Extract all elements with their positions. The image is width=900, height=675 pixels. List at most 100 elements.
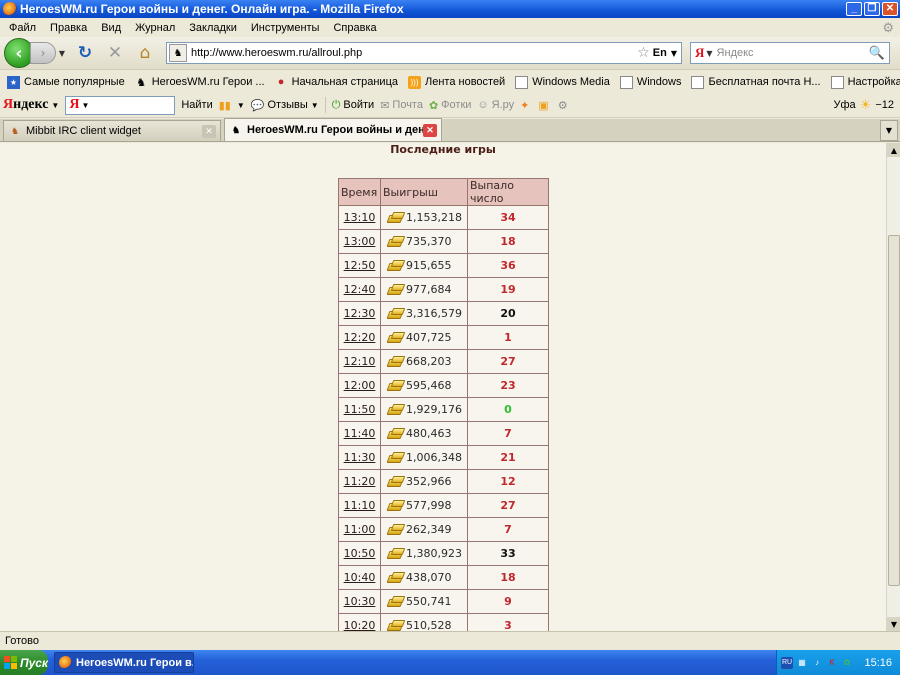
- bookmark-heroeswm[interactable]: ♞ HeroesWM.ru Герои ...: [130, 76, 270, 89]
- bookmark-link-settings[interactable]: Настройка ссылок: [826, 75, 900, 89]
- forward-button[interactable]: ›: [30, 42, 56, 64]
- game-time-link[interactable]: 11:40: [344, 427, 376, 440]
- game-time-link[interactable]: 10:30: [344, 595, 376, 608]
- time-cell: 13:00: [338, 229, 381, 254]
- game-time-link[interactable]: 12:00: [344, 379, 376, 392]
- address-bar[interactable]: ♞ http://www.heroeswm.ru/allroul.php ☆ E…: [166, 42, 682, 64]
- game-time-link[interactable]: 11:30: [344, 451, 376, 464]
- url-dropdown-icon[interactable]: ▼: [671, 49, 677, 58]
- game-time-link[interactable]: 12:50: [344, 259, 376, 272]
- win-cell: 262,349: [380, 517, 468, 542]
- bookmark-windows-media[interactable]: Windows Media: [510, 75, 615, 89]
- yandex-find-button[interactable]: Найти: [181, 99, 212, 111]
- win-cell: 1,929,176: [380, 397, 468, 422]
- tab-mibbit[interactable]: ♞ Mibbit IRC client widget ✕: [3, 120, 221, 141]
- weather-widget[interactable]: Уфа ☀ −12: [834, 97, 894, 113]
- game-time-link[interactable]: 11:50: [344, 403, 376, 416]
- chevron-down-icon: ▼: [81, 100, 90, 110]
- win-cell: 480,463: [380, 421, 468, 446]
- game-time-link[interactable]: 10:50: [344, 547, 376, 560]
- bookmark-start-page[interactable]: ● Начальная страница: [270, 76, 403, 89]
- scroll-down-arrow-icon[interactable]: ▼: [887, 617, 900, 631]
- time-cell: 11:20: [338, 469, 381, 494]
- yandex-search-input[interactable]: Я ▼: [65, 95, 176, 115]
- reload-icon[interactable]: ↻: [72, 42, 98, 64]
- history-dropdown-icon[interactable]: ▼: [56, 49, 68, 58]
- game-time-link[interactable]: 12:10: [344, 355, 376, 368]
- vertical-scrollbar[interactable]: ▲ ▼: [886, 143, 900, 631]
- menu-history[interactable]: Журнал: [128, 22, 182, 34]
- bookmark-free-mail[interactable]: Бесплатная почта Н...: [686, 75, 825, 89]
- game-time-link[interactable]: 11:00: [344, 523, 376, 536]
- game-time-link[interactable]: 13:00: [344, 235, 376, 248]
- yandex-logo[interactable]: Яндекс: [3, 97, 48, 113]
- game-time-link[interactable]: 13:10: [344, 211, 376, 224]
- gold-icon: [388, 524, 403, 534]
- yandex-login-button[interactable]: ⏻ Войти: [332, 99, 375, 112]
- yandex-reviews-button[interactable]: 💬 Отзывы ▼: [251, 99, 319, 112]
- game-time-link[interactable]: 12:30: [344, 307, 376, 320]
- bookmark-news-feed[interactable]: ))) Лента новостей: [403, 75, 510, 89]
- yandex-mail-inbox-button[interactable]: ▣: [538, 99, 551, 112]
- yandex-yaru-button[interactable]: ☺ Я.ру: [477, 99, 514, 111]
- game-time-link[interactable]: 12:40: [344, 283, 376, 296]
- maximize-button[interactable]: ❐: [864, 2, 880, 16]
- menu-help[interactable]: Справка: [326, 22, 383, 34]
- antivirus-icon[interactable]: K: [826, 657, 838, 669]
- game-time-link[interactable]: 11:10: [344, 499, 376, 512]
- bookmark-windows[interactable]: Windows: [615, 75, 687, 89]
- tab-heroeswm[interactable]: ♞ HeroesWM.ru Герои войны и ден... ✕: [224, 118, 442, 141]
- game-time-link[interactable]: 10:20: [344, 619, 376, 631]
- winning-number-cell: 27: [467, 349, 549, 374]
- minimize-button[interactable]: _: [846, 2, 862, 16]
- menu-file[interactable]: Файл: [2, 22, 43, 34]
- win-cell: 352,966: [380, 469, 468, 494]
- menu-bookmarks[interactable]: Закладки: [182, 22, 244, 34]
- language-indicator[interactable]: RU: [781, 656, 793, 669]
- menu-view[interactable]: Вид: [94, 22, 128, 34]
- chevron-down-icon[interactable]: ▼: [237, 101, 245, 110]
- game-time-link[interactable]: 10:40: [344, 571, 376, 584]
- game-time-link[interactable]: 12:20: [344, 331, 376, 344]
- bookmarks-toolbar: ★ Самые популярные ♞ HeroesWM.ru Герои ...…: [0, 71, 900, 93]
- yandex-menu-dropdown-icon[interactable]: ▼: [51, 101, 59, 110]
- language-indicator[interactable]: En: [653, 47, 667, 59]
- url-text[interactable]: http://www.heroeswm.ru/allroul.php: [191, 47, 637, 59]
- search-engine-dropdown-icon[interactable]: ▼: [706, 49, 712, 58]
- yandex-money-button[interactable]: ✦: [520, 99, 532, 112]
- time-cell: 11:40: [338, 421, 381, 446]
- win-amount: 1,006,348: [406, 451, 462, 464]
- yandex-photos-button[interactable]: ✿ Фотки: [429, 99, 471, 112]
- tab-list-dropdown-icon[interactable]: ▼: [880, 120, 898, 141]
- scroll-up-arrow-icon[interactable]: ▲: [887, 143, 900, 157]
- table-row: 12:50 915,655 36: [338, 253, 549, 278]
- search-input[interactable]: Яндекс: [717, 47, 869, 59]
- search-box[interactable]: Я ▼ Яндекс 🔍: [690, 42, 890, 64]
- scrollbar-thumb[interactable]: [888, 235, 900, 586]
- gold-icon: [388, 404, 403, 414]
- start-button[interactable]: Пуск: [0, 650, 48, 675]
- menu-edit[interactable]: Правка: [43, 22, 94, 34]
- tab-close-icon[interactable]: ✕: [423, 123, 437, 137]
- menu-tools[interactable]: Инструменты: [244, 22, 327, 34]
- game-time-link[interactable]: 11:20: [344, 475, 376, 488]
- taskbar-firefox-item[interactable]: HeroesWM.ru Герои в...: [54, 652, 194, 673]
- tab-close-icon[interactable]: ✕: [202, 124, 216, 138]
- messenger-icon[interactable]: ✿: [841, 657, 853, 669]
- winning-number-cell: 7: [467, 517, 549, 542]
- sound-icon[interactable]: ♪: [811, 657, 823, 669]
- yandex-settings-button[interactable]: ⚙: [558, 99, 571, 112]
- bookmark-star-icon[interactable]: ☆: [637, 45, 650, 61]
- bookmark-most-popular[interactable]: ★ Самые популярные: [2, 75, 130, 89]
- win-amount: 1,380,923: [406, 547, 462, 560]
- close-button[interactable]: ✕: [882, 2, 898, 16]
- network-icon[interactable]: ▦: [796, 657, 808, 669]
- search-icon[interactable]: 🔍: [869, 46, 885, 61]
- search-engine-icon[interactable]: Я: [695, 45, 704, 61]
- yandex-mail-button[interactable]: ✉ Почта: [380, 99, 423, 112]
- win-cell: 577,998: [380, 493, 468, 518]
- stop-icon[interactable]: ✕: [102, 42, 128, 64]
- signal-bars-icon[interactable]: ▮▮: [219, 99, 231, 112]
- home-icon[interactable]: ⌂: [132, 42, 158, 64]
- gold-icon: [388, 500, 403, 510]
